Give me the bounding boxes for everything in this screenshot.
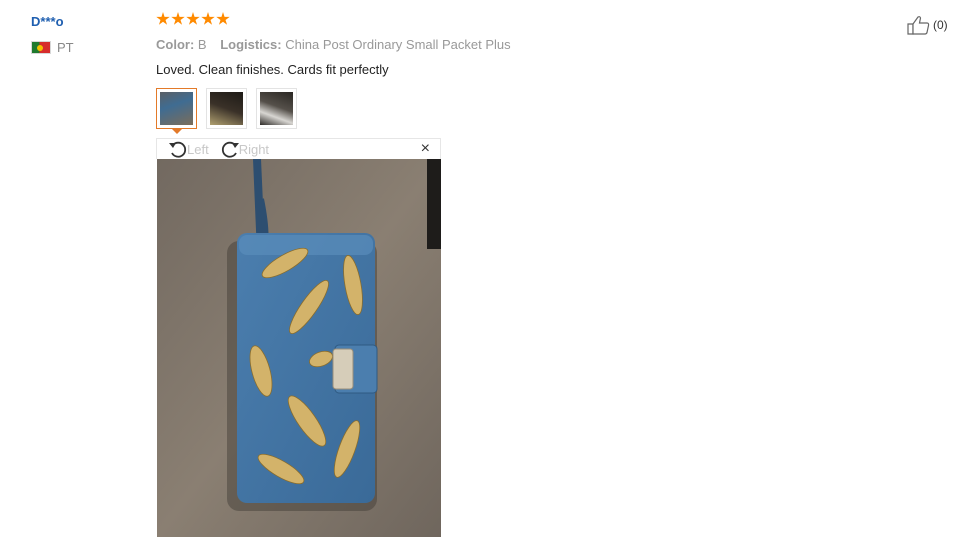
review-thumbnails <box>156 88 297 129</box>
rotate-left-label: Left <box>187 141 209 157</box>
logistics-label: Logistics: <box>220 37 282 52</box>
review-photo-thumbnail-1[interactable] <box>156 88 197 129</box>
review-photo-thumbnail-3[interactable] <box>256 88 297 129</box>
color-value: B <box>197 37 207 52</box>
star-icon <box>171 12 185 25</box>
rotate-right-label: Right <box>238 141 270 157</box>
star-icon <box>216 12 230 25</box>
portugal-flag-icon <box>31 41 51 54</box>
review-meta: Color: B Logistics: China Post Ordinary … <box>156 37 521 52</box>
country-code: PT <box>57 40 74 55</box>
review-item: D***o PT Color: B Logistics: China Post … <box>0 0 979 547</box>
reviewer-country: PT <box>31 40 74 55</box>
helpful-count: (0) <box>933 18 948 32</box>
enlarged-review-photo <box>157 159 441 537</box>
thumbnail-image <box>260 92 293 125</box>
rotate-right-icon <box>221 141 239 158</box>
thumbnail-image <box>160 92 193 125</box>
star-icon <box>156 12 170 25</box>
star-icon <box>201 12 215 25</box>
logistics-value: China Post Ordinary Small Packet Plus <box>285 37 511 52</box>
rotate-left-button[interactable]: Left <box>167 139 209 159</box>
rotate-left-icon <box>169 141 187 158</box>
reviewer-name: D***o <box>31 14 64 29</box>
active-thumbnail-caret <box>171 128 183 134</box>
helpful-button[interactable]: (0) <box>907 15 948 35</box>
thumbnail-image <box>210 92 243 125</box>
star-icon <box>186 12 200 25</box>
thumbs-up-icon <box>907 16 930 35</box>
color-label: Color: <box>156 37 195 52</box>
wallet-photo <box>157 159 441 537</box>
review-text: Loved. Clean finishes. Cards fit perfect… <box>156 62 389 77</box>
review-photo-thumbnail-2[interactable] <box>206 88 247 129</box>
photo-viewer-toolbar: Left Right × <box>156 138 441 159</box>
rotate-right-button[interactable]: Right <box>219 139 269 159</box>
close-viewer-button[interactable]: × <box>421 141 430 157</box>
star-rating <box>156 12 230 26</box>
